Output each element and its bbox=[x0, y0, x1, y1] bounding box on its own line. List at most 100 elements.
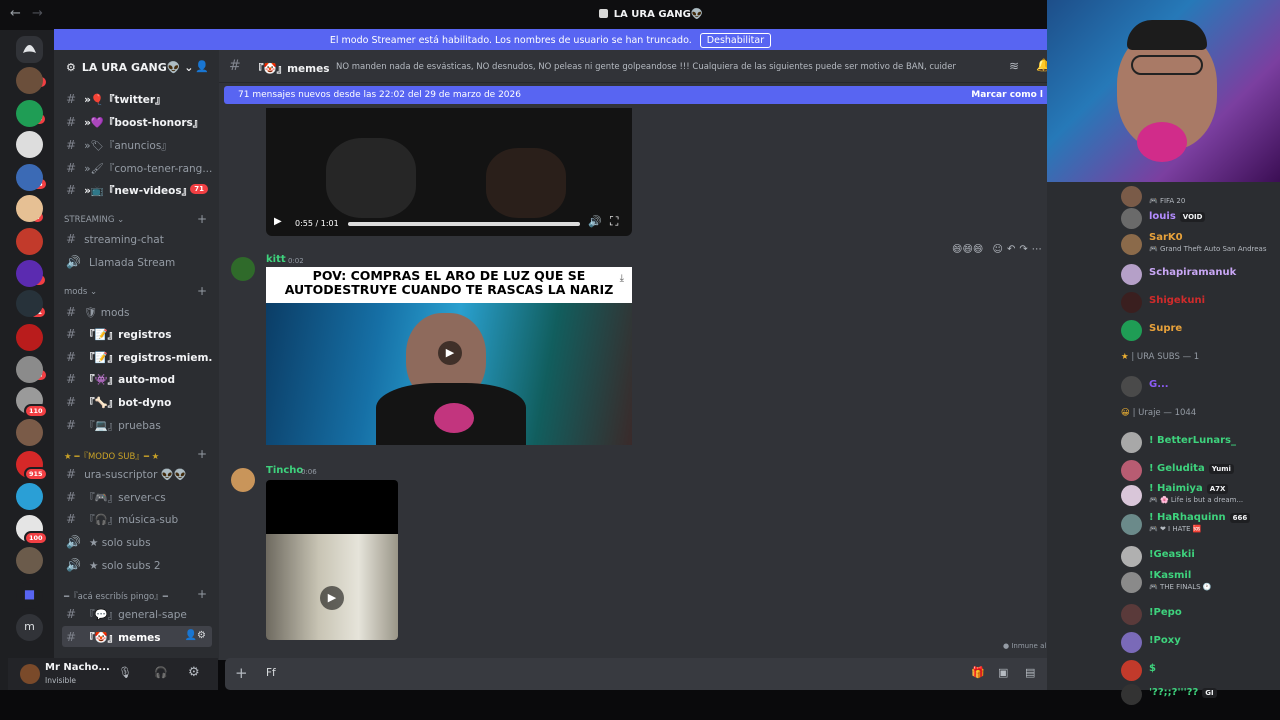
message-input[interactable]: Ff bbox=[266, 667, 276, 679]
category-mods[interactable]: mods ⌄ bbox=[64, 287, 97, 297]
channel-general-sape[interactable]: # 『💬』general-sape bbox=[62, 603, 212, 624]
server-icon[interactable] bbox=[16, 67, 43, 94]
server-icon[interactable] bbox=[16, 483, 43, 510]
server-letter-icon[interactable]: m bbox=[16, 614, 43, 641]
member-item[interactable]: SarK0 🎮 Grand Theft Auto San Andreas bbox=[1121, 230, 1280, 255]
avatar[interactable] bbox=[20, 664, 40, 684]
user-settings-gear-icon[interactable]: ⚙ bbox=[188, 665, 200, 680]
video-embed[interactable]: POV: COMPRAS EL ARO DE LUZ QUE SE AUTODE… bbox=[266, 267, 632, 445]
channel-boost-honors[interactable]: # »💜『boost-honors』 bbox=[62, 111, 212, 132]
mark-as-read-button[interactable]: Marcar como l bbox=[971, 90, 1043, 100]
add-channel-icon[interactable]: + bbox=[197, 212, 207, 226]
member-item[interactable]: !Poxy bbox=[1121, 628, 1280, 653]
server-icon[interactable] bbox=[16, 356, 43, 383]
reply-icon[interactable]: ↶ bbox=[1007, 244, 1015, 255]
channel-new-videos[interactable]: # »📺『new-videos』 71 bbox=[62, 179, 212, 200]
member-item[interactable]: ! BetterLunars_ bbox=[1121, 428, 1280, 453]
server-icon[interactable] bbox=[16, 290, 43, 317]
member-item[interactable]: ! Geludita Yumi bbox=[1121, 456, 1280, 481]
channel-bot-dyno[interactable]: # 『🦴』bot-dyno bbox=[62, 391, 212, 412]
channel-topic[interactable]: NO manden nada de esvásticas, NO desnudo… bbox=[336, 62, 956, 72]
channel-auto-mod[interactable]: # 『👾』auto-mod bbox=[62, 368, 212, 389]
video-player[interactable]: ▶ 0:55 / 1:01 🔊 ⛶ bbox=[266, 108, 632, 236]
video-embed[interactable]: ▶ bbox=[266, 480, 398, 640]
channel-settings-icon[interactable]: 👤⚙ bbox=[185, 630, 206, 641]
avatar[interactable] bbox=[231, 468, 255, 492]
folder-icon[interactable]: ■ bbox=[16, 582, 43, 609]
server-icon[interactable] bbox=[16, 324, 43, 351]
reaction-icon[interactable]: 😄 bbox=[952, 244, 962, 255]
category-aca-escribis[interactable]: ━『acá escribís pingo』━ bbox=[64, 590, 168, 602]
member-item[interactable]: !Geaskii bbox=[1121, 542, 1280, 567]
member-item[interactable]: Schapiramanuk bbox=[1121, 260, 1280, 285]
add-reaction-icon[interactable]: ☺ bbox=[993, 244, 1003, 255]
sticker-icon[interactable]: ▤ bbox=[1025, 666, 1035, 679]
server-icon[interactable] bbox=[16, 228, 43, 255]
channel-llamada-stream[interactable]: 🔊 Llamada Stream bbox=[62, 251, 212, 272]
server-icon[interactable] bbox=[16, 547, 43, 574]
server-icon[interactable] bbox=[16, 131, 43, 158]
more-icon[interactable]: ⋯ bbox=[1032, 244, 1042, 255]
channel-memes[interactable]: # 『🤡』memes 👤⚙ bbox=[62, 626, 212, 647]
channel-pruebas[interactable]: # 『💻』pruebas bbox=[62, 414, 212, 435]
add-channel-icon[interactable]: + bbox=[197, 587, 207, 601]
add-attachment-icon[interactable]: + bbox=[235, 664, 248, 682]
channel-mods[interactable]: # 🛡 mods bbox=[62, 301, 212, 322]
fullscreen-icon[interactable]: ⛶ bbox=[610, 214, 618, 229]
volume-icon[interactable]: 🔊 bbox=[588, 215, 602, 228]
member-item[interactable]: ! Haimiya A7X 🎮 🌸 Life is but a dream... bbox=[1121, 481, 1280, 506]
channel-como-tener-rango[interactable]: # »🖌『como-tener-rang... bbox=[62, 157, 212, 178]
forward-icon[interactable]: ↷ bbox=[1019, 244, 1027, 255]
member-item[interactable]: ! HaRhaquinn 666 🎮 ❤ I HATE 🆘 bbox=[1121, 510, 1280, 535]
category-streaming[interactable]: STREAMING ⌄ bbox=[64, 215, 124, 225]
threads-icon[interactable]: ≋ bbox=[1009, 59, 1019, 73]
channel-registros-miembros[interactable]: # 『📝』registros-miem... bbox=[62, 346, 212, 367]
reaction-icon[interactable]: 😄 bbox=[962, 244, 972, 255]
message-author[interactable]: Tincho bbox=[266, 465, 303, 476]
guild-header[interactable]: ⚙ LA URA GANG👽 ⌄ 👤 bbox=[54, 50, 219, 80]
microphone-icon[interactable]: 🎙 bbox=[118, 666, 132, 679]
category-modo-sub[interactable]: ★ ━『MODO SUB』━ ★ bbox=[64, 450, 159, 462]
server-icon[interactable] bbox=[16, 195, 43, 222]
channel-anuncios[interactable]: # »🏷『anuncios』 bbox=[62, 134, 212, 155]
disable-streamer-button[interactable]: Deshabilitar bbox=[699, 33, 772, 48]
gif-icon[interactable]: ▣ bbox=[998, 666, 1008, 679]
add-channel-icon[interactable]: + bbox=[197, 447, 207, 461]
channel-solo-subs-2[interactable]: 🔊 ★ solo subs 2 bbox=[62, 554, 212, 575]
member-item[interactable]: $ bbox=[1121, 656, 1280, 681]
member-item[interactable]: '??;;?'''?? GI bbox=[1121, 680, 1280, 705]
channel-streaming-chat[interactable]: # streaming-chat bbox=[62, 228, 212, 249]
member-item[interactable]: Supre bbox=[1121, 316, 1280, 341]
server-icon[interactable] bbox=[16, 260, 43, 287]
video-progress[interactable] bbox=[348, 222, 580, 226]
channel-twitter[interactable]: # »🎈『twitter』 bbox=[62, 88, 212, 109]
member-item[interactable]: louis VOID bbox=[1121, 204, 1280, 229]
message-author[interactable]: kitt bbox=[266, 254, 286, 265]
new-messages-bar[interactable]: 71 mensajes nuevos desde las 22:02 del 2… bbox=[224, 86, 1047, 104]
channel-solo-subs[interactable]: 🔊 ★ solo subs bbox=[62, 531, 212, 552]
add-member-icon[interactable]: 👤 bbox=[195, 60, 209, 73]
gift-icon[interactable]: 🎁 bbox=[971, 666, 985, 679]
member-item[interactable]: !Kasmil 🎮 THE FINALS 🕐 bbox=[1121, 568, 1280, 593]
play-icon[interactable]: ▶ bbox=[438, 341, 462, 365]
server-icon[interactable] bbox=[16, 100, 43, 127]
member-item[interactable]: G... bbox=[1121, 372, 1280, 397]
member-item[interactable]: Shigekuni bbox=[1121, 288, 1280, 313]
channel-server-cs[interactable]: # 『🎮』server-cs bbox=[62, 486, 212, 507]
play-icon[interactable]: ▶ bbox=[320, 586, 344, 610]
reaction-icon[interactable]: 😄 bbox=[973, 244, 983, 255]
member-item[interactable]: 🎮 FIFA 20 bbox=[1121, 182, 1280, 207]
play-icon[interactable]: ▶ bbox=[274, 216, 282, 227]
channel-musica-sub[interactable]: # 『🎧』música-sub bbox=[62, 508, 212, 529]
add-channel-icon[interactable]: + bbox=[197, 284, 207, 298]
chat-header: # 『🤡』memes NO manden nada de esvásticas,… bbox=[219, 50, 1051, 83]
server-icon[interactable] bbox=[16, 164, 43, 191]
download-icon[interactable]: ⤓ bbox=[620, 273, 624, 284]
channel-registros[interactable]: # 『📝』registros bbox=[62, 323, 212, 344]
channel-ura-suscriptor[interactable]: # ura-suscriptor 👽👽 bbox=[62, 463, 212, 484]
headphones-icon[interactable]: 🎧 bbox=[154, 666, 168, 679]
member-item[interactable]: !Pepo bbox=[1121, 600, 1280, 625]
server-icon[interactable] bbox=[16, 419, 43, 446]
direct-messages-icon[interactable] bbox=[16, 36, 43, 63]
avatar[interactable] bbox=[231, 257, 255, 281]
